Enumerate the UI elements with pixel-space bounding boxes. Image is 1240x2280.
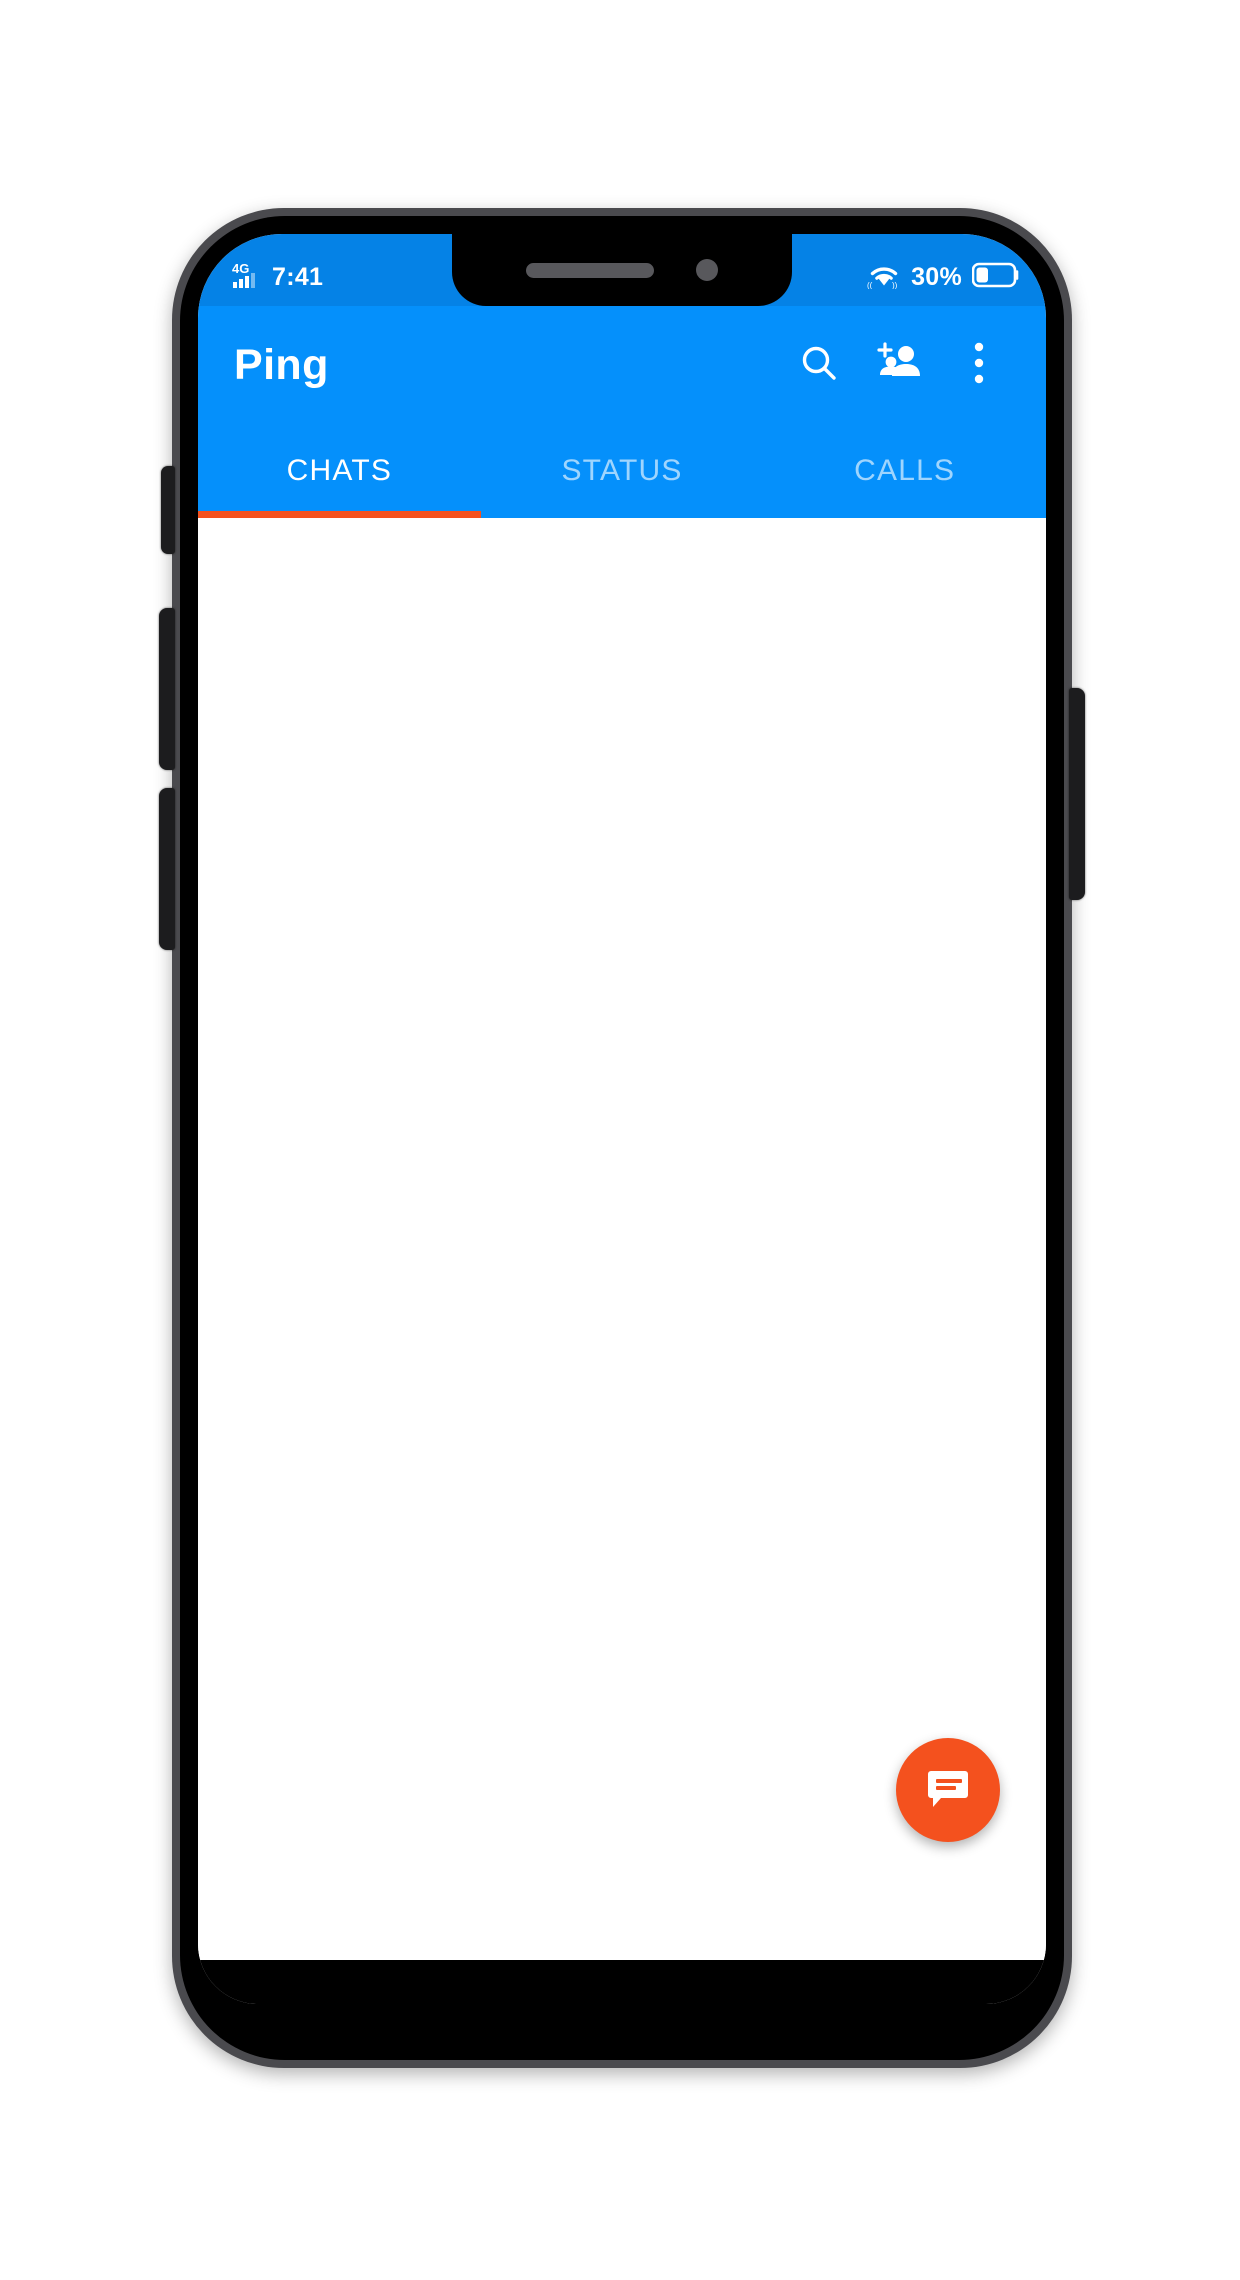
volume-up-button[interactable] bbox=[159, 608, 175, 770]
new-chat-fab[interactable] bbox=[896, 1738, 1000, 1842]
tab-chats-label: CHATS bbox=[286, 454, 393, 487]
svg-text:)): )) bbox=[892, 281, 898, 289]
screen-bottom-chin bbox=[198, 1960, 1046, 2004]
wifi-icon: (( )) bbox=[867, 261, 901, 294]
tab-status-label: STATUS bbox=[561, 454, 683, 487]
status-bar-right: (( )) 30% bbox=[867, 247, 1020, 294]
svg-text:4G: 4G bbox=[232, 261, 249, 276]
app-bar-actions bbox=[782, 328, 1016, 402]
svg-text:((: (( bbox=[867, 281, 873, 289]
battery-percent-label: 30% bbox=[911, 262, 962, 291]
volume-down-button[interactable] bbox=[159, 788, 175, 950]
search-button[interactable] bbox=[782, 328, 856, 402]
phone-notch bbox=[452, 234, 792, 306]
signal-bars-icon: 4G bbox=[232, 260, 262, 295]
tab-indicator bbox=[198, 511, 481, 518]
tab-calls[interactable]: CALLS bbox=[763, 424, 1046, 518]
add-person-button[interactable] bbox=[862, 328, 936, 402]
chat-list[interactable] bbox=[198, 518, 1046, 1960]
tab-calls-label: CALLS bbox=[854, 454, 956, 487]
front-camera bbox=[696, 259, 718, 281]
status-bar-time: 7:41 bbox=[272, 262, 324, 291]
screen-body: 4G 7:41 (()) 30% Ping CHATS STATUS CALL… bbox=[198, 234, 1046, 2004]
app-title: Ping bbox=[234, 340, 329, 389]
battery-icon bbox=[971, 262, 1020, 293]
add-person-icon bbox=[876, 341, 922, 389]
status-bar-left: 4G 7:41 bbox=[232, 246, 323, 295]
search-icon bbox=[797, 341, 841, 390]
tab-status[interactable]: STATUS bbox=[481, 424, 764, 518]
phone-device: 4G 7:41 (()) 30% Ping CHATS STATUS CALL… bbox=[159, 208, 1085, 2068]
tab-chats[interactable]: CHATS bbox=[198, 424, 481, 518]
phone-screen: 4G 7:41 (()) 30% Ping CHATS STATUS CALL… bbox=[198, 234, 1046, 2004]
tab-bar: CHATS STATUS CALLS bbox=[198, 424, 1046, 518]
more-vert-icon bbox=[971, 340, 987, 391]
earpiece-speaker bbox=[526, 262, 654, 278]
more-options-button[interactable] bbox=[942, 328, 1016, 402]
power-button[interactable] bbox=[1069, 688, 1085, 900]
silent-switch[interactable] bbox=[161, 466, 175, 554]
app-bar: Ping bbox=[198, 306, 1046, 424]
chat-bubble-icon bbox=[921, 1761, 975, 1820]
